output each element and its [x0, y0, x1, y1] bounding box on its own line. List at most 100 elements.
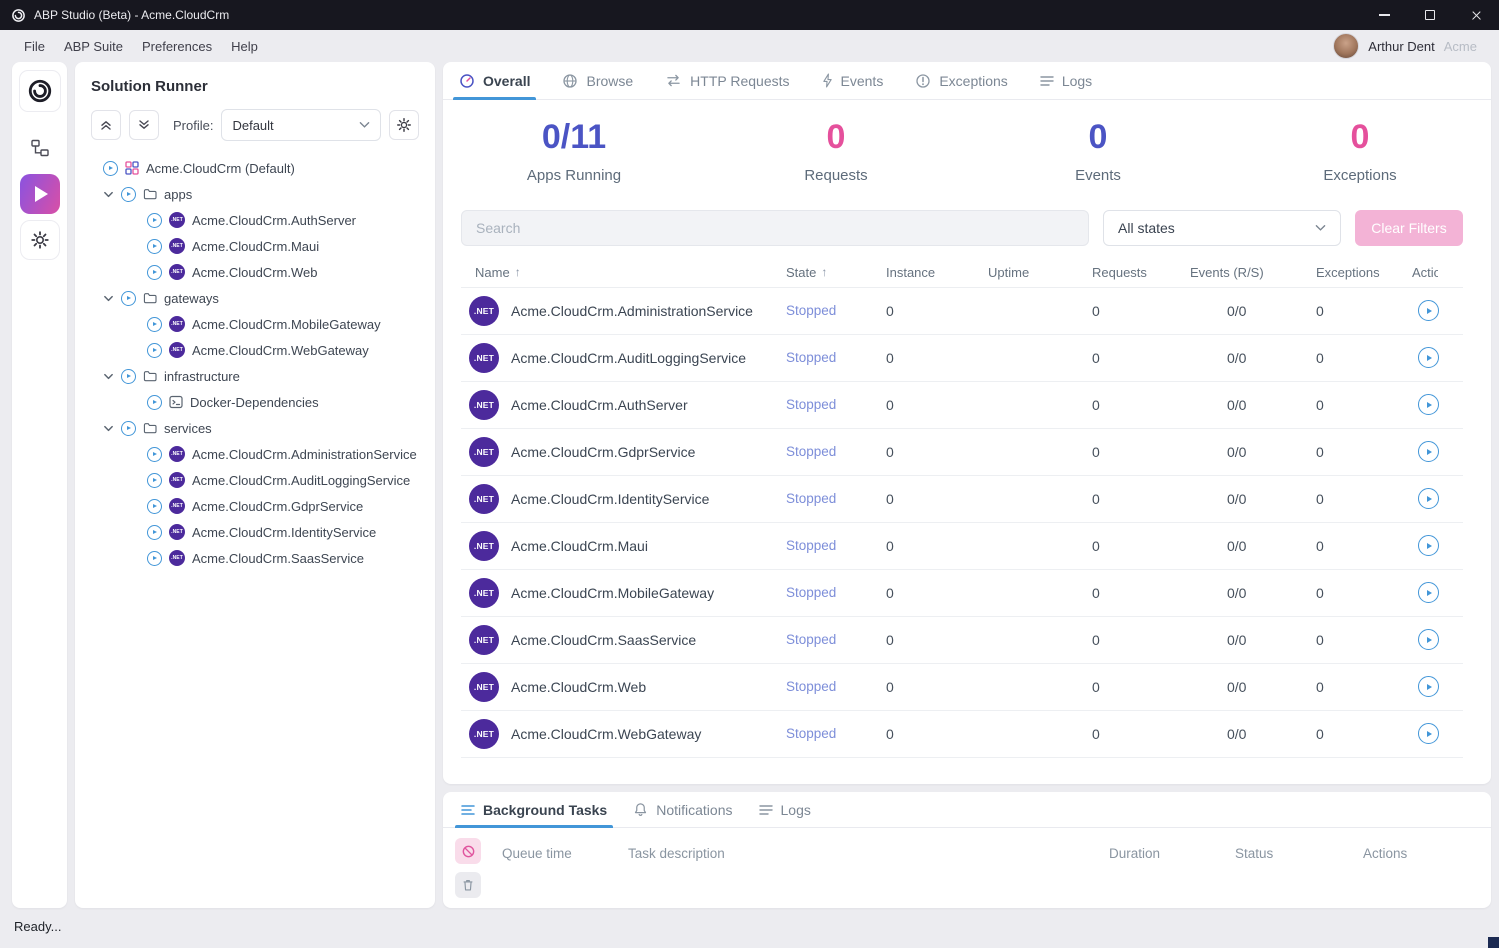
menu-item[interactable]: File [24, 39, 45, 54]
user-menu[interactable]: Arthur Dent Acme [1333, 33, 1477, 59]
tree-item[interactable]: .NET apps [91, 181, 419, 207]
run-icon[interactable] [147, 213, 162, 228]
run-icon[interactable] [103, 161, 118, 176]
tab-notifications[interactable]: Notifications [633, 792, 732, 827]
run-icon[interactable] [147, 447, 162, 462]
settings-button[interactable] [20, 220, 60, 260]
exceptions-cell: 0 [1311, 350, 1407, 366]
clear-filters-button[interactable]: Clear Filters [1355, 210, 1463, 246]
chevron-down-icon[interactable] [103, 371, 114, 382]
table-row[interactable]: .NET Acme.CloudCrm.Maui Stopped 0 0 0/0 … [461, 523, 1463, 570]
tree-item-label: Acme.CloudCrm.SaasService [192, 551, 364, 566]
start-app-button[interactable] [1418, 441, 1439, 462]
column-header-name[interactable]: Name ↑ [461, 265, 781, 280]
tab-background-tasks[interactable]: Background Tasks [461, 792, 607, 827]
tab-events[interactable]: Events [822, 62, 884, 99]
run-icon[interactable] [147, 395, 162, 410]
run-icon[interactable] [147, 525, 162, 540]
run-icon[interactable] [121, 421, 136, 436]
run-icon[interactable] [147, 473, 162, 488]
menu-item[interactable]: Preferences [142, 39, 212, 54]
start-app-button[interactable] [1418, 347, 1439, 368]
close-button[interactable] [1453, 0, 1499, 30]
solution-runner-button[interactable] [20, 174, 60, 214]
start-app-button[interactable] [1418, 300, 1439, 321]
start-app-button[interactable] [1418, 488, 1439, 509]
table-row[interactable]: .NET Acme.CloudCrm.IdentityService Stopp… [461, 476, 1463, 523]
tree-item[interactable]: .NET Acme.CloudCrm.GdprService [91, 493, 419, 519]
tree-item[interactable]: .NET Acme.CloudCrm.Maui [91, 233, 419, 259]
column-header-state[interactable]: State ↑ [781, 265, 881, 280]
start-app-button[interactable] [1418, 723, 1439, 744]
chevron-down-icon[interactable] [103, 423, 114, 434]
tab-exceptions[interactable]: Exceptions [915, 62, 1007, 99]
cancel-tasks-button[interactable] [455, 838, 481, 864]
start-app-button[interactable] [1418, 629, 1439, 650]
tab-logs[interactable]: Logs [1040, 62, 1092, 99]
tree-item[interactable]: .NET Acme.CloudCrm.IdentityService [91, 519, 419, 545]
tasks-icon [461, 804, 475, 816]
start-app-button[interactable] [1418, 394, 1439, 415]
run-icon[interactable] [147, 239, 162, 254]
avatar[interactable] [1333, 33, 1359, 59]
table-row[interactable]: .NET Acme.CloudCrm.MobileGateway Stopped… [461, 570, 1463, 617]
search-input[interactable] [461, 210, 1089, 246]
resize-grip[interactable] [1488, 937, 1499, 948]
tab-http-requests[interactable]: HTTP Requests [665, 62, 789, 99]
table-row[interactable]: .NET Acme.CloudCrm.WebGateway Stopped 0 … [461, 711, 1463, 758]
tree-item[interactable]: .NET gateways [91, 285, 419, 311]
tree-item[interactable]: .NET Acme.CloudCrm.MobileGateway [91, 311, 419, 337]
tree-item[interactable]: .NET Acme.CloudCrm.SaasService [91, 545, 419, 571]
state-filter-select[interactable]: All states [1103, 210, 1341, 246]
table-row[interactable]: .NET Acme.CloudCrm.AdministrationService… [461, 288, 1463, 335]
run-icon[interactable] [147, 551, 162, 566]
table-row[interactable]: .NET Acme.CloudCrm.AuditLoggingService S… [461, 335, 1463, 382]
start-app-button[interactable] [1418, 535, 1439, 556]
table-row[interactable]: .NET Acme.CloudCrm.Web Stopped 0 0 0/0 0 [461, 664, 1463, 711]
chevron-down-icon[interactable] [103, 293, 114, 304]
tab-label: HTTP Requests [690, 73, 789, 89]
tree-item-label: Acme.CloudCrm (Default) [146, 161, 295, 176]
maximize-button[interactable] [1407, 0, 1453, 30]
start-app-button[interactable] [1418, 582, 1439, 603]
chevron-down-icon[interactable] [103, 189, 114, 200]
instance-cell: 0 [881, 350, 983, 366]
tree-item[interactable]: .NET Acme.CloudCrm.AdministrationService [91, 441, 419, 467]
dotnet-icon: .NET [469, 719, 499, 749]
collapse-all-button[interactable] [91, 110, 121, 140]
menu-item[interactable]: Help [231, 39, 258, 54]
tree-item[interactable]: .NET Docker-Dependencies [91, 389, 419, 415]
tab-overall[interactable]: Overall [459, 62, 530, 99]
run-icon[interactable] [121, 187, 136, 202]
run-icon[interactable] [147, 317, 162, 332]
clear-tasks-button[interactable] [455, 872, 481, 898]
table-row[interactable]: .NET Acme.CloudCrm.SaasService Stopped 0… [461, 617, 1463, 664]
start-app-button[interactable] [1418, 676, 1439, 697]
run-icon[interactable] [121, 369, 136, 384]
tab-bottom-logs[interactable]: Logs [759, 792, 811, 827]
minimize-button[interactable] [1361, 0, 1407, 30]
table-row[interactable]: .NET Acme.CloudCrm.AuthServer Stopped 0 … [461, 382, 1463, 429]
menu-bar: File ABP Suite Preferences Help Arthur Dent… [0, 30, 1499, 62]
tree-item[interactable]: .NET Acme.CloudCrm.Web [91, 259, 419, 285]
profile-select[interactable]: Default [221, 109, 381, 141]
requests-cell: 0 [1087, 726, 1185, 742]
tree-item[interactable]: .NET Acme.CloudCrm (Default) [91, 155, 419, 181]
tab-browse[interactable]: Browse [562, 62, 633, 99]
solution-explorer-button[interactable] [20, 128, 60, 168]
tree-item[interactable]: .NET infrastructure [91, 363, 419, 389]
profile-settings-button[interactable] [389, 110, 419, 140]
run-icon[interactable] [121, 291, 136, 306]
run-icon[interactable] [147, 343, 162, 358]
expand-all-button[interactable] [129, 110, 159, 140]
tree-item[interactable]: .NET Acme.CloudCrm.WebGateway [91, 337, 419, 363]
alert-circle-icon [915, 73, 931, 89]
run-icon[interactable] [147, 265, 162, 280]
main-tab-bar: Overall Browse HTTP Requests Events Exce… [443, 62, 1491, 100]
run-icon[interactable] [147, 499, 162, 514]
tree-item[interactable]: .NET Acme.CloudCrm.AuthServer [91, 207, 419, 233]
tree-item[interactable]: .NET services [91, 415, 419, 441]
menu-item[interactable]: ABP Suite [64, 39, 123, 54]
tree-item[interactable]: .NET Acme.CloudCrm.AuditLoggingService [91, 467, 419, 493]
table-row[interactable]: .NET Acme.CloudCrm.GdprService Stopped 0… [461, 429, 1463, 476]
